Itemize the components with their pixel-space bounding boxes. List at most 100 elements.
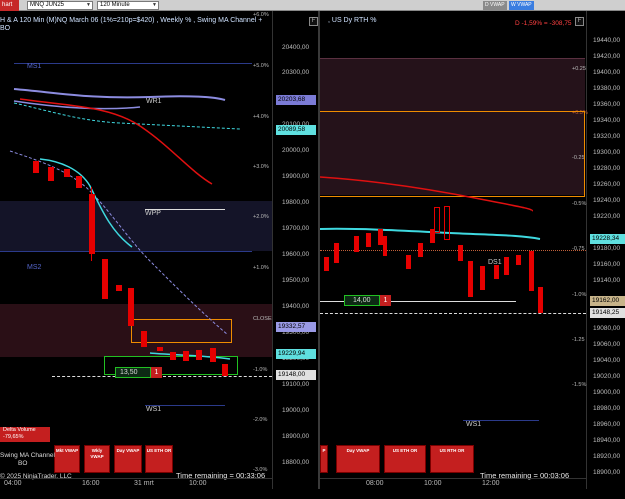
red-ma-line: [320, 176, 533, 212]
candle: [504, 257, 509, 275]
candle: [516, 255, 521, 265]
cyan-dashed-ma: [13, 102, 241, 130]
x-axis-line: [0, 478, 272, 479]
x-tick: 12:00: [482, 480, 500, 487]
price-tick: 18960,00: [593, 421, 621, 428]
price-tick: 18940,00: [593, 437, 621, 444]
d-vwap-chip[interactable]: D VWAP: [483, 1, 507, 10]
cyan-current-ma: [149, 352, 231, 360]
price-tick: 19320,00: [593, 133, 621, 140]
us-eth-or-button[interactable]: US ETH OR: [384, 445, 426, 473]
price-tick: 19400,00: [593, 69, 621, 76]
price-tick: 20000,00: [282, 147, 310, 154]
price-tick: 19020,00: [593, 373, 621, 380]
candle: [210, 348, 216, 362]
last-price-tag: 19148,25: [590, 308, 625, 318]
candle: [183, 351, 189, 361]
left-chart-pane[interactable]: H & A 120 Min (M)NQ March 06 (1%=210p=$4…: [0, 11, 318, 489]
price-tick: 19260,00: [593, 181, 621, 188]
candle: [418, 243, 423, 257]
candle: [480, 266, 485, 290]
price-tick: 19280,00: [593, 165, 621, 172]
wkly-vwap-button[interactable]: Wkly VWAP: [84, 445, 110, 473]
candle: [170, 352, 176, 360]
candle: [222, 364, 228, 376]
price-tick: 19340,00: [593, 117, 621, 124]
price-tick: 19080,00: [593, 325, 621, 332]
hollow-candle: [444, 206, 450, 240]
candle: [366, 233, 371, 247]
last-price-line: [320, 313, 586, 314]
price-tick: 19380,00: [593, 85, 621, 92]
position-price-box[interactable]: 14,00: [344, 295, 380, 306]
candle: [406, 255, 411, 269]
candle: [354, 236, 359, 252]
candle: [33, 161, 39, 173]
price-tick: 19360,00: [593, 101, 621, 108]
position-price-box[interactable]: 13,50: [115, 367, 151, 378]
position-qty-box[interactable]: 1: [151, 367, 162, 378]
cyan-ma-price-tag: 19228,34: [590, 234, 625, 244]
channel-label: Swing MA Channel: [0, 452, 55, 459]
candle: [48, 167, 54, 181]
delta-volume-value: -79,65%: [3, 434, 24, 440]
top-toolbar: hart MNQ JUN25 ▼ 120 Minute ▼ D VWAP W V…: [0, 0, 625, 11]
right-chart-pane[interactable]: , US Dy RTH % D -1,59% = -308,75 F +0.25…: [320, 11, 625, 489]
price-tick: 19000,00: [593, 389, 621, 396]
candle: [458, 245, 463, 261]
close-price-tag: 19332,57: [276, 322, 316, 332]
w-vwap-chip[interactable]: W VWAP: [509, 1, 534, 10]
candle: [141, 331, 147, 347]
position-qty-box[interactable]: 1: [380, 295, 391, 306]
price-tick: 19180,00: [593, 245, 621, 252]
x-tick: 16:00: [82, 480, 100, 487]
price-tick: 18900,00: [593, 469, 621, 476]
chevron-down-icon: ▼: [86, 2, 91, 8]
us-eth-or-button[interactable]: US ETH OR: [145, 445, 173, 473]
purple-dashed-ma: [9, 150, 229, 336]
f-button[interactable]: F: [309, 17, 318, 26]
timeframe-selector[interactable]: 120 Minute ▼: [97, 1, 159, 10]
channel-sub-label: BO: [18, 460, 28, 467]
candle: [334, 243, 339, 263]
last-price-tag: 19148,00: [276, 370, 316, 380]
x-tick: 08:00: [366, 480, 384, 487]
candle: [529, 251, 534, 291]
price-tick: 19220,00: [593, 213, 621, 220]
price-tick: 18920,00: [593, 453, 621, 460]
x-tick: 31 mrt: [134, 480, 154, 487]
price-axis-border: [586, 11, 587, 489]
price-tick: 19500,00: [282, 277, 310, 284]
candle-wick: [91, 187, 92, 261]
us-rth-or-button[interactable]: US RTH OR: [430, 445, 474, 473]
minus-075-line: [320, 250, 586, 251]
candle: [538, 287, 543, 313]
x-tick: 10:00: [189, 480, 207, 487]
price-tick: 19160,00: [593, 261, 621, 268]
price-tick: 19060,00: [593, 341, 621, 348]
price-tick: 19140,00: [593, 277, 621, 284]
chart-tab[interactable]: hart: [0, 0, 19, 11]
timeframe-value: 120 Minute: [100, 2, 130, 8]
price-tick: 19900,00: [282, 173, 310, 180]
price-tick: 19800,00: [282, 199, 310, 206]
price-tick: 19400,00: [282, 303, 310, 310]
candle: [494, 265, 499, 279]
price-tick: 19600,00: [282, 251, 310, 258]
mkt-vwap-button[interactable]: Mkt VWAP: [54, 445, 80, 473]
price-tick: 18980,00: [593, 405, 621, 412]
chevron-down-icon: ▼: [152, 2, 157, 8]
price-tick: 19420,00: [593, 53, 621, 60]
day-vwap-button[interactable]: Day VWAP: [336, 445, 380, 473]
price-tick: 19700,00: [282, 225, 310, 232]
price-tick: 19440,00: [593, 37, 621, 44]
partial-button[interactable]: P: [320, 445, 328, 473]
day-vwap-button[interactable]: Day VWAP: [114, 445, 142, 473]
candle: [157, 347, 163, 351]
price-tick: 18900,00: [282, 433, 310, 440]
instrument-selector[interactable]: MNQ JUN25 ▼: [27, 1, 93, 10]
candle: [64, 169, 70, 177]
price-tick: 19100,00: [282, 381, 310, 388]
x-tick: 04:00: [4, 480, 22, 487]
cyan-ma-price-tag: 20089,58: [276, 125, 316, 135]
